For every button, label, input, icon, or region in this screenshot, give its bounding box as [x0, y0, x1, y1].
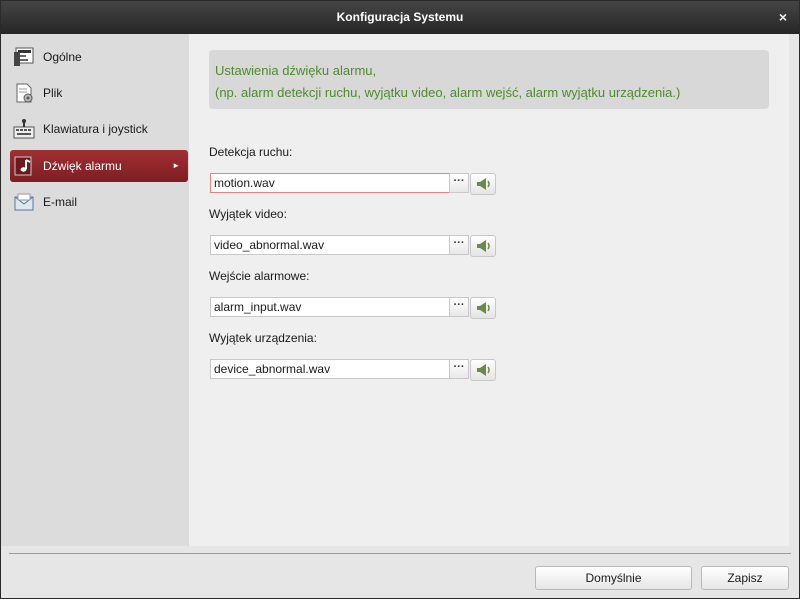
- device-exception-label: Wyjątek urządzenia:: [209, 331, 317, 345]
- default-button[interactable]: Domyślnie: [535, 566, 692, 590]
- browse-button[interactable]: ···: [449, 297, 469, 317]
- browse-button[interactable]: ···: [449, 235, 469, 255]
- video-sound-input[interactable]: video_abnormal.wav: [210, 235, 452, 255]
- info-box: Ustawienia dźwięku alarmu, (np. alarm de…: [209, 50, 769, 109]
- play-sound-button[interactable]: [470, 359, 496, 381]
- close-icon[interactable]: ×: [775, 1, 791, 34]
- settings-panel: Ustawienia dźwięku alarmu, (np. alarm de…: [189, 34, 789, 546]
- browse-button[interactable]: ···: [449, 359, 469, 379]
- video-exception-label: Wyjątek video:: [209, 207, 287, 221]
- footer-divider: [9, 553, 791, 554]
- sidebar-item-email[interactable]: E-mail: [10, 186, 188, 218]
- sidebar-item-alarm-sound[interactable]: Dźwięk alarmu ►: [10, 150, 188, 182]
- keyboard-icon: [13, 118, 35, 140]
- sidebar-item-file[interactable]: Plik: [10, 77, 188, 109]
- active-arrow-icon: ►: [172, 161, 180, 170]
- title-bar: Konfiguracja Systemu ×: [1, 1, 799, 34]
- file-gear-icon: [13, 82, 35, 104]
- browse-button[interactable]: ···: [449, 173, 469, 193]
- sidebar-item-label: Klawiatura i joystick: [43, 122, 148, 136]
- speaker-icon: [477, 240, 490, 252]
- speaker-icon: [477, 302, 490, 314]
- alarm-input-label: Wejście alarmowe:: [209, 269, 310, 283]
- sidebar-item-keyboard[interactable]: Klawiatura i joystick: [10, 113, 188, 145]
- sidebar-item-label: Ogólne: [43, 50, 82, 64]
- device-sound-input[interactable]: device_abnormal.wav: [210, 359, 452, 379]
- music-note-icon: [13, 155, 35, 177]
- save-button[interactable]: Zapisz: [701, 566, 789, 590]
- window-title: Konfiguracja Systemu: [336, 10, 464, 24]
- config-window: Konfiguracja Systemu × Ogólne Plik Klawi…: [0, 0, 800, 599]
- alarm-input-sound-input[interactable]: alarm_input.wav: [210, 297, 452, 317]
- info-line-1: Ustawienia dźwięku alarmu,: [215, 63, 377, 78]
- play-sound-button[interactable]: [470, 235, 496, 257]
- play-sound-button[interactable]: [470, 297, 496, 319]
- sidebar-item-label: Plik: [43, 86, 63, 100]
- speaker-icon: [477, 364, 490, 376]
- sidebar-item-label: Dźwięk alarmu: [43, 159, 122, 173]
- sidebar-item-general[interactable]: Ogólne: [10, 41, 188, 73]
- speaker-icon: [477, 178, 490, 190]
- general-settings-icon: [13, 46, 35, 68]
- email-icon: [13, 191, 35, 213]
- motion-sound-input[interactable]: motion.wav: [210, 173, 452, 193]
- sidebar-item-label: E-mail: [43, 195, 78, 209]
- sidebar: Ogólne Plik Klawiatura i joystick Dźwięk…: [1, 34, 189, 546]
- info-line-2: (np. alarm detekcji ruchu, wyjątku video…: [215, 85, 681, 100]
- motion-detection-label: Detekcja ruchu:: [209, 145, 293, 159]
- play-sound-button[interactable]: [470, 173, 496, 195]
